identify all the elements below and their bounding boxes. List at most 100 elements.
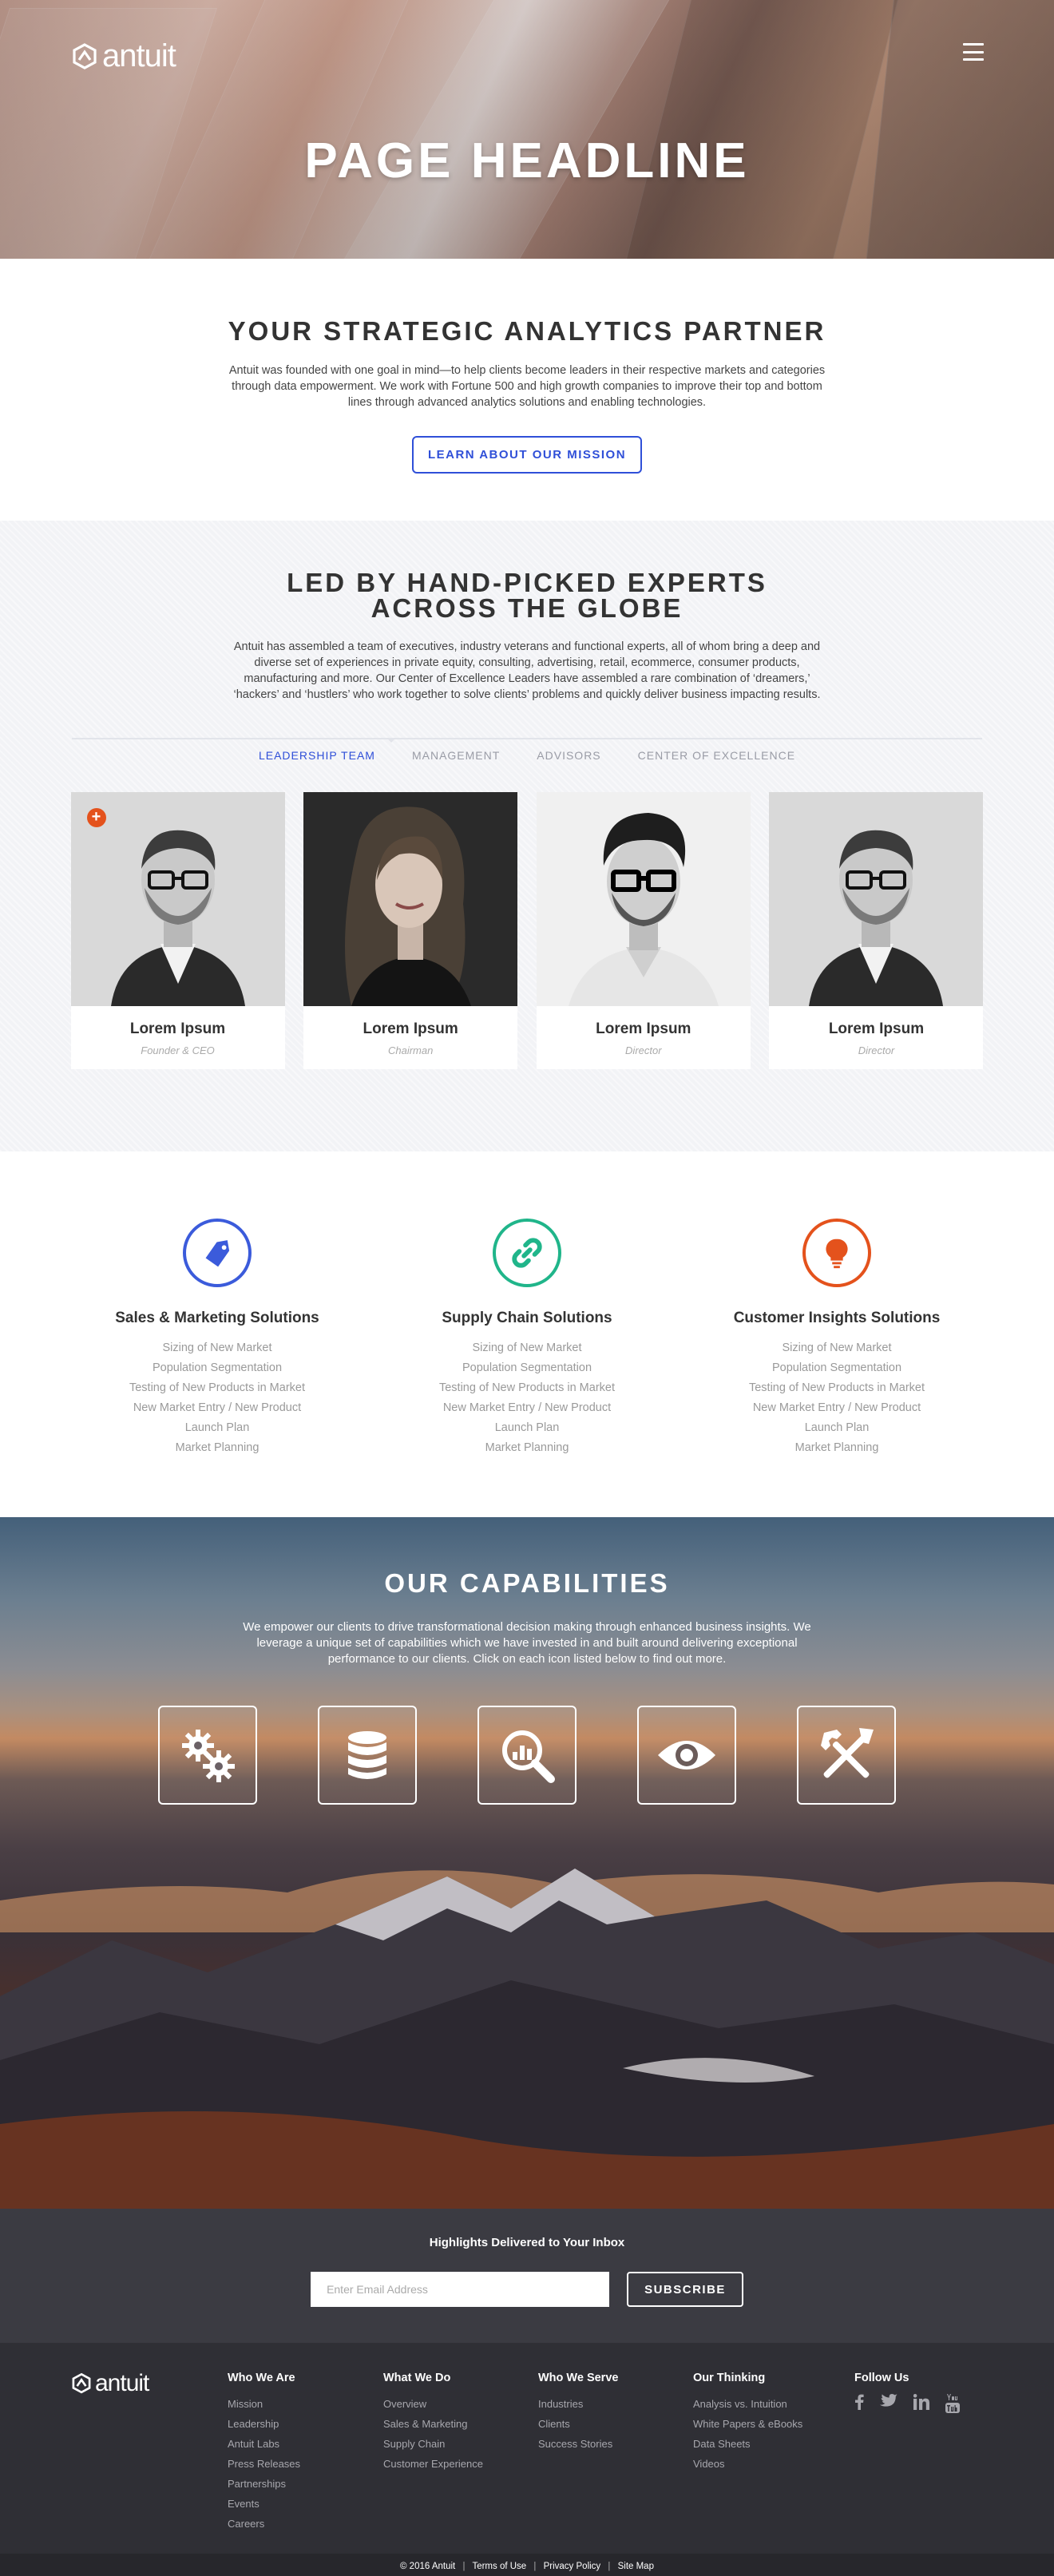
- solution-list: Sizing of New Market Population Segmenta…: [62, 1338, 372, 1458]
- newsletter-title: Highlights Delivered to Your Inbox: [429, 2236, 625, 2249]
- footer-link[interactable]: Industries: [538, 2394, 618, 2414]
- learn-mission-button[interactable]: LEARN ABOUT OUR MISSION: [411, 436, 643, 474]
- newsletter-section: Highlights Delivered to Your Inbox SUBSC…: [0, 2209, 1054, 2343]
- solution-supply-chain: Supply Chain Solutions Sizing of New Mar…: [372, 1219, 682, 1517]
- terms-link[interactable]: Terms of Use: [472, 2562, 526, 2571]
- experts-body: Antuit has assembled a team of executive…: [233, 640, 821, 701]
- linkedin-icon[interactable]: [913, 2394, 929, 2417]
- capability-insight-button[interactable]: [637, 1706, 736, 1805]
- privacy-link[interactable]: Privacy Policy: [544, 2562, 601, 2571]
- capability-analytics-button[interactable]: [477, 1706, 577, 1805]
- list-item: Population Segmentation: [771, 1361, 902, 1374]
- brand-logo[interactable]: antuit: [70, 38, 176, 74]
- page-headline: PAGE HEADLINE: [304, 133, 750, 188]
- list-item: Testing of New Products in Market: [438, 1381, 615, 1394]
- lightbulb-icon[interactable]: [802, 1219, 871, 1287]
- team-card[interactable]: Lorem Ipsum Director: [536, 792, 751, 1069]
- experts-title: LED BY HAND-PICKED EXPERTS ACROSS THE GL…: [0, 569, 1054, 621]
- footer-link[interactable]: Events: [228, 2494, 300, 2514]
- capability-gears-button[interactable]: [158, 1706, 257, 1805]
- team-member-name: Lorem Ipsum: [363, 1020, 458, 1037]
- footer-link[interactable]: Sales & Marketing: [383, 2414, 483, 2434]
- tab-center-of-excellence[interactable]: CENTER OF EXCELLENCE: [638, 749, 795, 762]
- capabilities-section: OUR CAPABILITIES We empower our clients …: [0, 1517, 1054, 2209]
- solution-customer-insights: Customer Insights Solutions Sizing of Ne…: [682, 1219, 992, 1517]
- team-tabs: LEADERSHIP TEAM MANAGEMENT ADVISORS CENT…: [72, 738, 982, 762]
- footer-link[interactable]: Overview: [383, 2394, 483, 2414]
- antuit-logo-icon: [73, 42, 97, 69]
- footer-link[interactable]: White Papers & eBooks: [693, 2414, 802, 2434]
- expand-plus-icon[interactable]: +: [86, 808, 106, 827]
- footer-logo[interactable]: antuit: [70, 2370, 149, 2397]
- footer-link[interactable]: Clients: [538, 2414, 618, 2434]
- footer-column-title: Our Thinking: [693, 2372, 766, 2384]
- hamburger-menu-button[interactable]: [963, 43, 984, 61]
- solutions-section: Sales & Marketing Solutions Sizing of Ne…: [0, 1151, 1054, 1517]
- footer-link[interactable]: Press Releases: [228, 2454, 300, 2474]
- tab-leadership-team[interactable]: LEADERSHIP TEAM: [259, 749, 375, 762]
- list-item: Population Segmentation: [462, 1361, 592, 1374]
- solution-title: Customer Insights Solutions: [733, 1310, 941, 1326]
- team-card[interactable]: Lorem Ipsum Chairman: [303, 792, 518, 1069]
- menu-bar: [963, 50, 984, 54]
- list-item: Launch Plan: [184, 1421, 250, 1434]
- brand-name: antuit: [102, 38, 176, 73]
- list-item: Population Segmentation: [152, 1361, 283, 1374]
- team-card[interactable]: Lorem Ipsum Director: [769, 792, 984, 1069]
- list-item: Sizing of New Market: [162, 1342, 272, 1354]
- capability-database-button[interactable]: [318, 1706, 417, 1805]
- footer-link[interactable]: Supply Chain: [383, 2434, 483, 2454]
- team-member-name: Lorem Ipsum: [129, 1020, 226, 1037]
- solution-title: Sales & Marketing Solutions: [115, 1310, 319, 1326]
- footer-link[interactable]: Antuit Labs: [228, 2434, 300, 2454]
- list-item: New Market Entry / New Product: [133, 1401, 302, 1414]
- footer-link[interactable]: Customer Experience: [383, 2454, 483, 2474]
- subscribe-button[interactable]: SUBSCRIBE: [627, 2272, 743, 2307]
- analytics-search-icon: [502, 1730, 555, 1783]
- link-icon[interactable]: [493, 1219, 561, 1287]
- experts-section: LED BY HAND-PICKED EXPERTS ACROSS THE GL…: [0, 521, 1054, 1151]
- footer-link[interactable]: Partnerships: [228, 2474, 300, 2494]
- list-item: Testing of New Products in Market: [129, 1381, 305, 1394]
- tab-management[interactable]: MANAGEMENT: [412, 749, 500, 762]
- footer-link[interactable]: Analysis vs. Intuition: [693, 2394, 802, 2414]
- partner-title: YOUR STRATEGIC ANALYTICS PARTNER: [228, 316, 826, 346]
- list-item: New Market Entry / New Product: [752, 1401, 921, 1414]
- menu-bar: [963, 43, 984, 46]
- team-member-photo: [769, 792, 984, 1006]
- footer-column-title: Follow Us: [854, 2372, 909, 2384]
- tag-icon[interactable]: [183, 1219, 252, 1287]
- footer-column-who-we-serve: Who We Serve Industries Clients Success …: [538, 2372, 618, 2454]
- list-item: Launch Plan: [804, 1421, 870, 1434]
- list-item: Testing of New Products in Market: [748, 1381, 925, 1394]
- sitemap-link[interactable]: Site Map: [618, 2562, 654, 2571]
- team-member-role: Founder & CEO: [141, 1044, 215, 1056]
- footer-link[interactable]: Videos: [693, 2454, 802, 2474]
- capability-tools-button[interactable]: [797, 1706, 896, 1805]
- copyright-text: © 2016 Antuit: [400, 2562, 456, 2571]
- footer-column-who-we-are: Who We Are Mission Leadership Antuit Lab…: [228, 2372, 300, 2534]
- youtube-icon[interactable]: [945, 2394, 960, 2417]
- team-member-role: Director: [625, 1044, 662, 1056]
- footer-brand-name: antuit: [95, 2370, 149, 2396]
- footer-link[interactable]: Careers: [228, 2514, 300, 2534]
- facebook-icon[interactable]: [854, 2394, 864, 2417]
- menu-bar: [963, 58, 984, 61]
- footer-link[interactable]: Success Stories: [538, 2434, 618, 2454]
- footer-link[interactable]: Mission: [228, 2394, 300, 2414]
- capabilities-title: OUR CAPABILITIES: [384, 1568, 670, 1598]
- footer-link[interactable]: Data Sheets: [693, 2434, 802, 2454]
- tab-advisors[interactable]: ADVISORS: [537, 749, 600, 762]
- hero-banner: antuit PAGE HEADLINE: [0, 0, 1054, 259]
- twitter-icon[interactable]: [880, 2394, 897, 2417]
- footer-follow-us: Follow Us: [854, 2372, 960, 2417]
- solution-list: Sizing of New Market Population Segmenta…: [372, 1338, 682, 1458]
- footer-link[interactable]: Leadership: [228, 2414, 300, 2434]
- email-field[interactable]: [311, 2272, 610, 2307]
- team-member-role: Director: [858, 1044, 895, 1056]
- list-item: Launch Plan: [494, 1421, 560, 1434]
- team-member-photo: [303, 792, 518, 1006]
- copyright-bar: © 2016 Antuit | Terms of Use | Privacy P…: [0, 2554, 1054, 2576]
- team-card[interactable]: + Lorem Ipsum Founder & CEO: [70, 792, 285, 1069]
- list-item: Sizing of New Market: [472, 1342, 582, 1354]
